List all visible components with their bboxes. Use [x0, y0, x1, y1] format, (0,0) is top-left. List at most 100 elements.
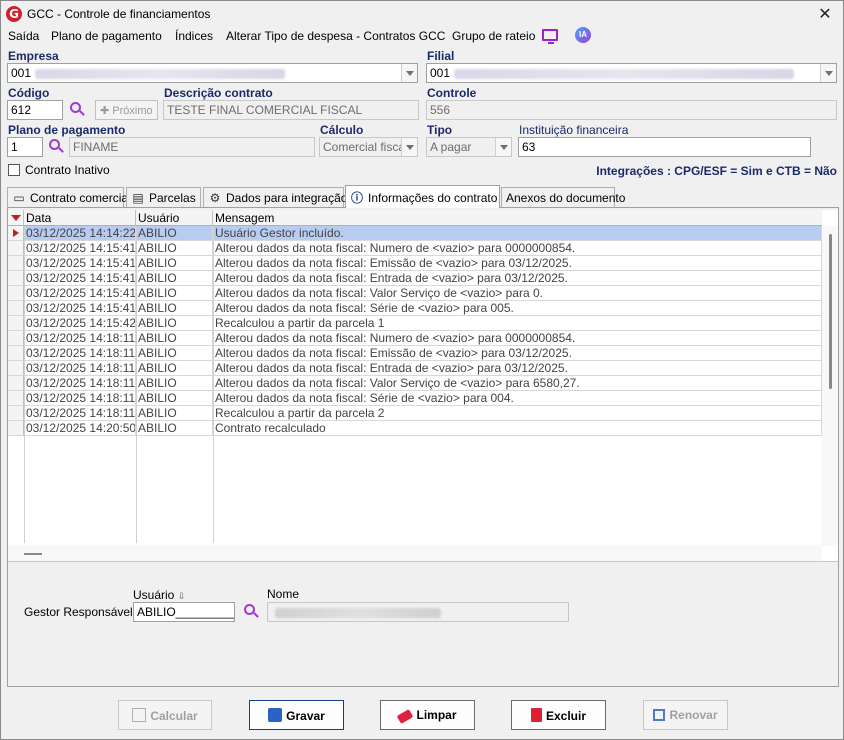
- table-row[interactable]: 03/12/2025 14:15:41 ABILIO Alterou dados d…: [8, 301, 822, 316]
- redacted-text: [35, 68, 286, 79]
- column-divider: [24, 226, 25, 543]
- table-row[interactable]: 03/12/2025 14:18:11 ABILIO Recalculou a pa…: [8, 406, 822, 421]
- gestor-usuario-input[interactable]: ABILIO_________: [133, 602, 235, 622]
- title-bar: G GCC - Controle de financiamentos ✕: [1, 1, 843, 27]
- row-indicator[interactable]: [8, 361, 24, 376]
- cell-usuario: ABILIO: [136, 331, 213, 346]
- cell-usuario: ABILIO: [136, 301, 213, 316]
- app-logo-icon: G: [6, 6, 22, 22]
- vertical-scrollbar[interactable]: [822, 226, 838, 546]
- row-indicator[interactable]: [8, 256, 24, 271]
- table-row[interactable]: 03/12/2025 14:15:41 ABILIO Alterou dados d…: [8, 286, 822, 301]
- table-row[interactable]: 03/12/2025 14:15:41 ABILIO Alterou dados d…: [8, 271, 822, 286]
- horizontal-scrollbar[interactable]: [8, 545, 822, 561]
- table-row[interactable]: 03/12/2025 14:15:42 ABILIO Recalculou a pa…: [8, 316, 822, 331]
- tipo-select[interactable]: A pagar: [426, 137, 512, 157]
- contrato-inativo-checkbox[interactable]: [8, 164, 20, 176]
- tab-panel: Data Usuário Mensagem 03/12/2025 14:14:2…: [7, 207, 839, 687]
- tab-contrato-comercial[interactable]: ▭ Contrato comercial: [7, 187, 131, 207]
- cell-usuario: ABILIO: [136, 241, 213, 256]
- column-header-data[interactable]: Data: [24, 210, 136, 226]
- menu-indices[interactable]: Índices: [175, 29, 213, 43]
- search-icon[interactable]: [243, 603, 259, 619]
- log-grid[interactable]: Data Usuário Mensagem 03/12/2025 14:14:2…: [8, 210, 838, 562]
- column-header-mensagem[interactable]: Mensagem: [213, 210, 822, 226]
- empresa-value: 001: [11, 66, 32, 80]
- cell-usuario: ABILIO: [136, 361, 213, 376]
- row-indicator[interactable]: [8, 376, 24, 391]
- renovar-button[interactable]: Renovar: [643, 700, 728, 730]
- chevron-down-icon[interactable]: [820, 64, 836, 82]
- menu-alterar-tipo-despesa[interactable]: Alterar Tipo de despesa - Contratos GCC: [226, 29, 445, 43]
- tab-anexos-documento[interactable]: Anexos do documento: [501, 187, 625, 207]
- table-row[interactable]: 03/12/2025 14:18:11 ABILIO Alterou dados d…: [8, 346, 822, 361]
- close-icon[interactable]: ✕: [817, 4, 833, 24]
- gear-icon: ⚙: [209, 191, 221, 205]
- descricao-label: Descrição contrato: [164, 86, 273, 100]
- table-row[interactable]: 03/12/2025 14:18:11 ABILIO Alterou dados d…: [8, 391, 822, 406]
- tab-dados-integracao[interactable]: ⚙ Dados para integração: [203, 187, 347, 207]
- search-icon[interactable]: [69, 101, 85, 117]
- save-icon: [268, 708, 283, 722]
- column-divider: [213, 226, 214, 543]
- limpar-button[interactable]: Limpar: [380, 700, 475, 730]
- table-row[interactable]: 03/12/2025 14:15:41 ABILIO Alterou dados d…: [8, 256, 822, 271]
- row-indicator[interactable]: [8, 331, 24, 346]
- table-row[interactable]: 03/12/2025 14:18:11 ABILIO Alterou dados d…: [8, 376, 822, 391]
- cell-data: 03/12/2025 14:18:11: [24, 376, 136, 391]
- row-indicator[interactable]: [8, 316, 24, 331]
- calcular-button[interactable]: Calcular: [118, 700, 212, 730]
- row-indicator[interactable]: [8, 271, 24, 286]
- menu-saida[interactable]: Saída: [8, 29, 39, 43]
- table-row[interactable]: 03/12/2025 14:14:22 ABILIO Usuário Gestor …: [8, 226, 822, 241]
- tab-informacoes-contrato[interactable]: ⓘ Informações do contrato: [345, 185, 500, 208]
- chevron-down-icon[interactable]: [401, 138, 417, 156]
- cell-data: 03/12/2025 14:15:41: [24, 256, 136, 271]
- plano-label: Plano de pagamento: [8, 123, 126, 137]
- integracoes-status: Integrações : CPG/ESF = Sim e CTB = Não: [596, 164, 837, 178]
- empresa-select[interactable]: 001: [7, 63, 418, 83]
- proximo-button[interactable]: ✚ Próximo: [95, 100, 158, 120]
- cell-mensagem: Alterou dados da nota fiscal: Emissão de…: [213, 256, 822, 271]
- row-indicator[interactable]: [8, 286, 24, 301]
- tab-parcelas[interactable]: ▤ Parcelas: [126, 187, 201, 207]
- monitor-icon[interactable]: [542, 29, 558, 44]
- cell-mensagem: Contrato recalculado: [213, 421, 822, 436]
- menu-grupo-rateio[interactable]: Grupo de rateio: [452, 29, 535, 43]
- filial-value: 001: [430, 66, 451, 80]
- calculo-select[interactable]: Comercial fiscal: [319, 137, 418, 157]
- table-row[interactable]: 03/12/2025 14:15:41 ABILIO Alterou dados d…: [8, 241, 822, 256]
- menu-bar: Saída Plano de pagamento Índices Alterar…: [1, 27, 843, 47]
- row-indicator[interactable]: [8, 406, 24, 421]
- row-indicator[interactable]: [8, 421, 24, 436]
- row-indicator[interactable]: [8, 241, 24, 256]
- chevron-down-icon[interactable]: [495, 138, 511, 156]
- row-indicator[interactable]: [8, 301, 24, 316]
- ia-assistant-icon[interactable]: IA: [575, 27, 591, 43]
- menu-plano-pagamento[interactable]: Plano de pagamento: [51, 29, 162, 43]
- gravar-button[interactable]: Gravar: [249, 700, 344, 730]
- grid-header: Data Usuário Mensagem: [8, 210, 822, 226]
- table-row[interactable]: 03/12/2025 14:18:11 ABILIO Alterou dados d…: [8, 331, 822, 346]
- row-indicator[interactable]: [8, 346, 24, 361]
- search-icon[interactable]: [48, 138, 64, 154]
- plano-code-input[interactable]: 1: [7, 137, 43, 157]
- current-row-arrow-icon[interactable]: [8, 226, 24, 241]
- cell-mensagem: Alterou dados da nota fiscal: Série de <…: [213, 391, 822, 406]
- instituicao-input[interactable]: 63: [518, 137, 811, 157]
- cell-mensagem: Alterou dados da nota fiscal: Numero de …: [213, 331, 822, 346]
- row-indicator[interactable]: [8, 391, 24, 406]
- sort-indicator[interactable]: [8, 210, 24, 226]
- codigo-input[interactable]: 612: [7, 100, 63, 120]
- excluir-button[interactable]: Excluir: [511, 700, 606, 730]
- table-row[interactable]: 03/12/2025 14:20:50 ABILIO Contrato recalc…: [8, 421, 822, 436]
- gestor-usuario-label: Usuário ⇩: [133, 588, 186, 602]
- cell-usuario: ABILIO: [136, 376, 213, 391]
- chevron-down-icon[interactable]: [401, 64, 417, 82]
- column-header-usuario[interactable]: Usuário: [136, 210, 213, 226]
- cell-mensagem: Alterou dados da nota fiscal: Numero de …: [213, 241, 822, 256]
- table-row[interactable]: 03/12/2025 14:18:11 ABILIO Alterou dados d…: [8, 361, 822, 376]
- filial-select[interactable]: 001: [426, 63, 837, 83]
- cell-data: 03/12/2025 14:18:11: [24, 346, 136, 361]
- cell-data: 03/12/2025 14:18:11: [24, 391, 136, 406]
